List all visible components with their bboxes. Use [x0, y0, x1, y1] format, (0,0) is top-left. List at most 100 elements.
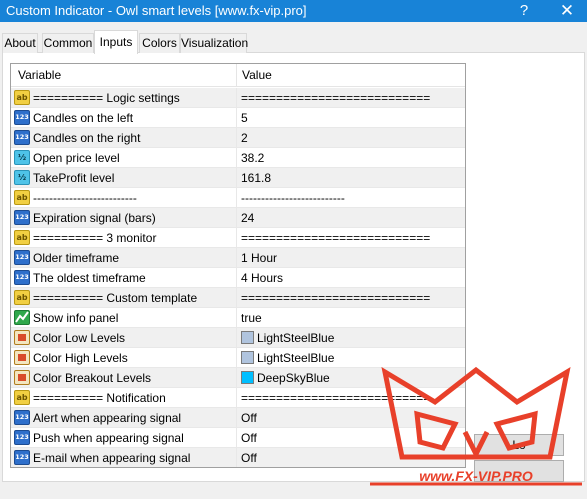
variable-name: ========== Custom template	[33, 291, 198, 305]
cell-divider	[236, 268, 237, 288]
column-header-value[interactable]: Value	[242, 68, 272, 82]
table-row[interactable]: ab ========== 3 monitor ==================…	[11, 228, 465, 248]
owl-logo-icon: www.FX-VIP.PRO	[370, 366, 582, 486]
tab-inputs[interactable]: Inputs	[94, 30, 138, 54]
text-type-icon: ab	[14, 90, 30, 105]
double-type-icon: ½	[14, 150, 30, 165]
variable-name: ========== Logic settings	[33, 91, 180, 105]
title-bar: Custom Indicator - Owl smart levels [www…	[0, 0, 587, 22]
variable-value[interactable]: Off	[241, 431, 257, 445]
variable-value[interactable]: LightSteelBlue	[257, 331, 334, 345]
table-row[interactable]: 123 Expiration signal (bars) 24	[11, 208, 465, 228]
variable-value[interactable]: 161.8	[241, 171, 271, 185]
table-row[interactable]: ½ Open price level 38.2	[11, 148, 465, 168]
integer-type-icon: 123	[14, 450, 30, 465]
cell-divider	[236, 148, 237, 168]
text-type-icon: ab	[14, 290, 30, 305]
variable-name: Expiration signal (bars)	[33, 211, 156, 225]
table-row[interactable]: ab -------------------------- ------------…	[11, 188, 465, 208]
table-row[interactable]: 123 The oldest timeframe 4 Hours	[11, 268, 465, 288]
integer-type-icon: 123	[14, 250, 30, 265]
variable-name: TakeProfit level	[33, 171, 115, 185]
table-row[interactable]: ab ========== Logic settings =============…	[11, 88, 465, 108]
variable-value[interactable]: ===========================	[241, 291, 430, 305]
variable-value[interactable]: 2	[241, 131, 248, 145]
cell-divider	[236, 328, 237, 348]
variable-value[interactable]: --------------------------	[241, 191, 345, 205]
variable-name: ========== Notification	[33, 391, 166, 405]
cell-divider	[236, 88, 237, 108]
text-type-icon: ab	[14, 190, 30, 205]
cell-divider	[236, 428, 237, 448]
cell-divider	[236, 288, 237, 308]
variable-value[interactable]: 5	[241, 111, 248, 125]
column-divider	[236, 64, 237, 87]
window-title: Custom Indicator - Owl smart levels [www…	[6, 3, 307, 18]
table-row[interactable]: Show info panel true	[11, 308, 465, 328]
variable-value[interactable]: ===========================	[241, 91, 430, 105]
variable-name: Show info panel	[33, 311, 119, 325]
variable-value[interactable]: DeepSkyBlue	[257, 371, 330, 385]
variable-name: Color High Levels	[33, 351, 128, 365]
table-row[interactable]: 123 Candles on the left 5	[11, 108, 465, 128]
variable-name: --------------------------	[33, 191, 137, 205]
column-header-variable[interactable]: Variable	[18, 68, 61, 82]
table-row[interactable]: 123 Candles on the right 2	[11, 128, 465, 148]
variable-value[interactable]: 1 Hour	[241, 251, 277, 265]
variable-value[interactable]: 38.2	[241, 151, 264, 165]
text-type-icon: ab	[14, 390, 30, 405]
cell-divider	[236, 188, 237, 208]
variable-value[interactable]: 24	[241, 211, 254, 225]
cell-divider	[236, 408, 237, 428]
tab-colors[interactable]: Colors	[139, 33, 180, 53]
variable-name: Candles on the left	[33, 111, 134, 125]
color-type-icon	[14, 370, 30, 385]
variable-value[interactable]: ===========================	[241, 231, 430, 245]
table-row[interactable]: Color Low Levels LightSteelBlue	[11, 328, 465, 348]
integer-type-icon: 123	[14, 110, 30, 125]
variable-name: Push when appearing signal	[33, 431, 184, 445]
variable-name: ========== 3 monitor	[33, 231, 157, 245]
variable-name: Candles on the right	[33, 131, 141, 145]
variable-value[interactable]: 4 Hours	[241, 271, 283, 285]
cell-divider	[236, 388, 237, 408]
cell-divider	[236, 448, 237, 467]
variable-name: Alert when appearing signal	[33, 411, 182, 425]
variable-value[interactable]: LightSteelBlue	[257, 351, 334, 365]
cell-divider	[236, 308, 237, 328]
variable-name: E-mail when appearing signal	[33, 451, 191, 465]
variable-name: Open price level	[33, 151, 120, 165]
cell-divider	[236, 108, 237, 128]
variable-value[interactable]: Off	[241, 411, 257, 425]
table-row[interactable]: 123 Older timeframe 1 Hour	[11, 248, 465, 268]
integer-type-icon: 123	[14, 210, 30, 225]
cell-divider	[236, 228, 237, 248]
cell-divider	[236, 348, 237, 368]
variable-name: Color Breakout Levels	[33, 371, 152, 385]
variable-name: The oldest timeframe	[33, 271, 146, 285]
table-row[interactable]: ab ========== Custom template ============…	[11, 288, 465, 308]
table-row[interactable]: ½ TakeProfit level 161.8	[11, 168, 465, 188]
variable-name: Color Low Levels	[33, 331, 126, 345]
tab-common[interactable]: Common	[42, 33, 94, 53]
cell-divider	[236, 168, 237, 188]
variable-value[interactable]: true	[241, 311, 262, 325]
cell-divider	[236, 128, 237, 148]
watermark-text: www.FX-VIP.PRO	[419, 468, 533, 484]
integer-type-icon: 123	[14, 130, 30, 145]
help-button[interactable]: ?	[508, 0, 540, 22]
double-type-icon: ½	[14, 170, 30, 185]
tab-visualization[interactable]: Visualization	[180, 33, 248, 53]
close-button[interactable]: ✕	[551, 0, 583, 22]
variable-name: Older timeframe	[33, 251, 120, 265]
cell-divider	[236, 208, 237, 228]
color-swatch[interactable]	[241, 351, 254, 364]
variable-value[interactable]: Off	[241, 451, 257, 465]
bool-type-icon	[14, 310, 30, 325]
tab-about[interactable]: About	[2, 33, 38, 53]
grid-header: Variable Value	[11, 64, 465, 87]
text-type-icon: ab	[14, 230, 30, 245]
color-swatch[interactable]	[241, 371, 254, 384]
color-swatch[interactable]	[241, 331, 254, 344]
integer-type-icon: 123	[14, 410, 30, 425]
